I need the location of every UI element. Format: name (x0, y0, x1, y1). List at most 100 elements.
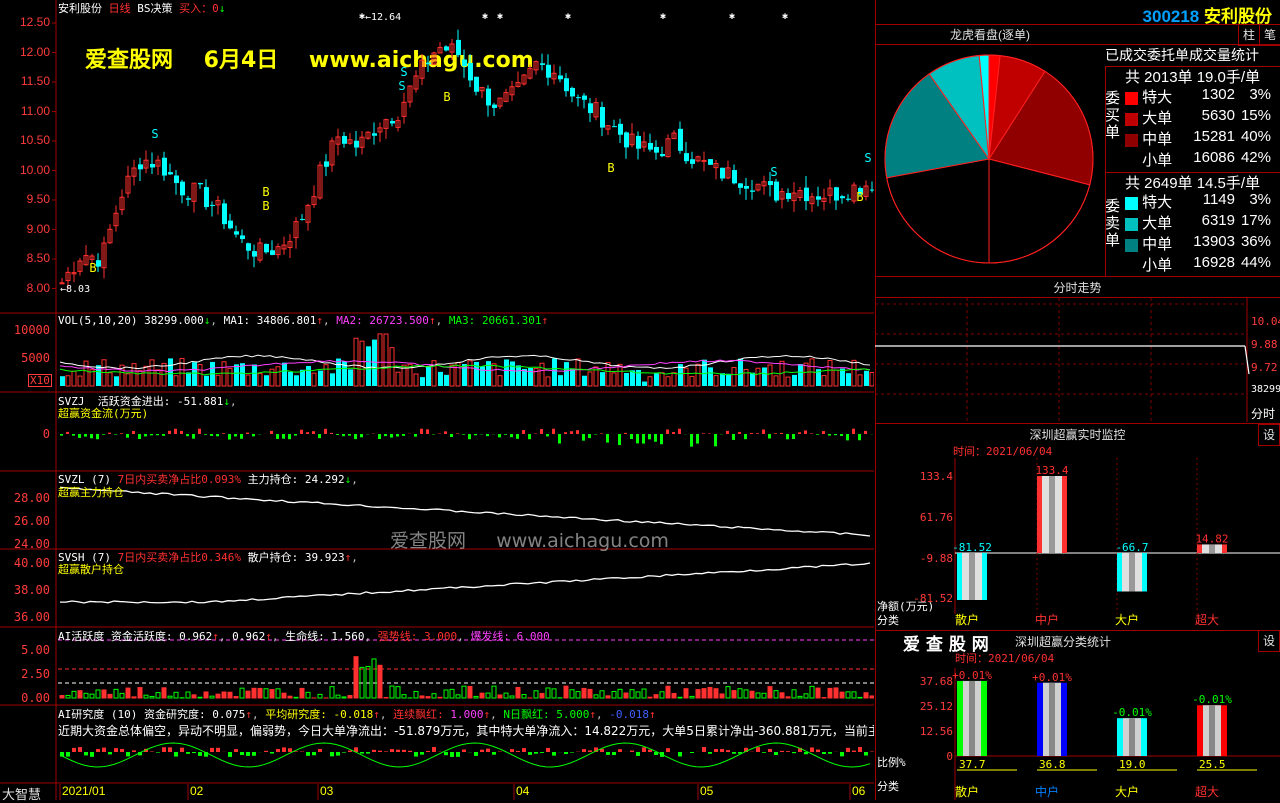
candle-down (300, 219, 305, 220)
vol-bar (282, 363, 287, 386)
svsh-line (60, 563, 870, 603)
sell-total: 共 2649单 14.5手/单 (1125, 172, 1260, 193)
classify-cat: 散户 (955, 784, 979, 799)
research-bar (192, 752, 196, 753)
ai-bar (150, 696, 154, 698)
ai-bar (690, 696, 694, 698)
research-bar (114, 748, 118, 752)
monitor-bar-core (1209, 544, 1215, 553)
ai-bar (768, 687, 772, 698)
monitor-bar-core (969, 553, 975, 600)
vol-bar (114, 376, 119, 386)
svzj-bar (186, 434, 189, 436)
vol-tick: 10000 (14, 323, 50, 337)
ai-bar (864, 693, 868, 698)
candle-down (732, 170, 737, 183)
research-bar (762, 752, 766, 753)
ai-bar (582, 688, 586, 698)
vol-bar (168, 358, 173, 386)
research-bar (534, 752, 538, 754)
svzj-bar (330, 433, 333, 434)
research-bar (720, 749, 724, 752)
candle-down (426, 63, 431, 65)
research-bar (330, 752, 334, 756)
research-bar (702, 747, 706, 752)
candle-down (636, 136, 641, 149)
signal-B: B (607, 161, 614, 175)
row-value: 1302 (1175, 86, 1235, 103)
research-bar (84, 752, 88, 755)
row-pct: 44% (1237, 254, 1271, 271)
ai-bar (96, 690, 100, 698)
ai-header: AI活跃度 资金活跃度: 0.962↑, 0.962↑, 生命线: 1.560,… (58, 628, 550, 644)
ai-bar (858, 697, 862, 698)
vol-bar (234, 364, 239, 386)
svzj-bar (324, 429, 327, 434)
research-line (60, 743, 870, 767)
vol-bar (738, 359, 743, 386)
svzj-bar (306, 432, 309, 434)
ts-foot: 分时 (1251, 407, 1275, 421)
candle-down (846, 199, 851, 200)
research-bar (348, 751, 352, 752)
x-label: 03 (320, 784, 333, 798)
vol-bar (96, 365, 101, 386)
svzj-bar (282, 434, 285, 439)
svzj-bar (540, 429, 543, 434)
vol-bar (486, 361, 491, 386)
research-bar (384, 751, 388, 752)
candle-down (684, 153, 689, 161)
ai-bar (684, 689, 688, 698)
monitor-settings-button[interactable]: 设 (1258, 424, 1280, 446)
ts-tick: 9.72 (1251, 361, 1278, 374)
svzj-bar (660, 434, 663, 444)
candle-down (240, 235, 245, 239)
research-bar (666, 748, 670, 752)
ai-bar (174, 692, 178, 698)
research-bar (864, 752, 868, 756)
svzj-bar (132, 431, 135, 434)
svzj-bar (564, 432, 567, 434)
candle-down (816, 196, 821, 199)
candle-down (474, 77, 479, 92)
buy-total: 共 2013单 19.0手/单 (1125, 66, 1260, 87)
ai-bar (678, 697, 682, 698)
ai-bar (810, 686, 814, 698)
monitor-value: -81.52 (952, 541, 992, 554)
svzj-bar (816, 434, 819, 435)
candle-down (720, 168, 725, 179)
vol-bar (822, 376, 826, 386)
ai-bar (654, 695, 658, 698)
btn-pen[interactable]: 笔 (1259, 24, 1280, 46)
btn-column[interactable]: 柱 (1238, 24, 1260, 46)
ai-bar (60, 696, 64, 698)
svzj-bar (570, 431, 573, 434)
vol-bar (84, 361, 88, 386)
ai-bar (276, 689, 280, 698)
ai-bar (378, 665, 382, 698)
svzj-bar (318, 434, 321, 438)
ai-bar (114, 689, 118, 698)
research-bar (168, 747, 172, 752)
research-bar (366, 752, 370, 754)
research-v3: 1.000 (450, 708, 483, 721)
ai-bar (432, 694, 436, 698)
vol-bar (708, 367, 713, 386)
svzj-bar (222, 433, 225, 434)
ai-bar (594, 695, 598, 698)
svzj-bar (618, 434, 621, 445)
vol-unit: X10 (28, 374, 52, 387)
svzj-bar (606, 434, 609, 443)
vol-bar (264, 375, 269, 386)
classify-settings-button[interactable]: 设 (1258, 630, 1280, 652)
monitor-title: 深圳超赢实时监控 (875, 426, 1280, 443)
x-label: 05 (700, 784, 713, 798)
vol-bar (294, 375, 299, 386)
vol-name: VOL(5,10,20) (58, 314, 137, 327)
vol-bar (516, 365, 521, 386)
svzj-bar (156, 434, 159, 435)
ai-bar (726, 687, 730, 698)
svzj-bar (726, 431, 729, 434)
vol-bar (552, 358, 557, 386)
chart-area[interactable]: 安利股份 日线 BS决策 买入：0↓ 爱查股网 6月4日 www.aichagu… (0, 0, 874, 800)
